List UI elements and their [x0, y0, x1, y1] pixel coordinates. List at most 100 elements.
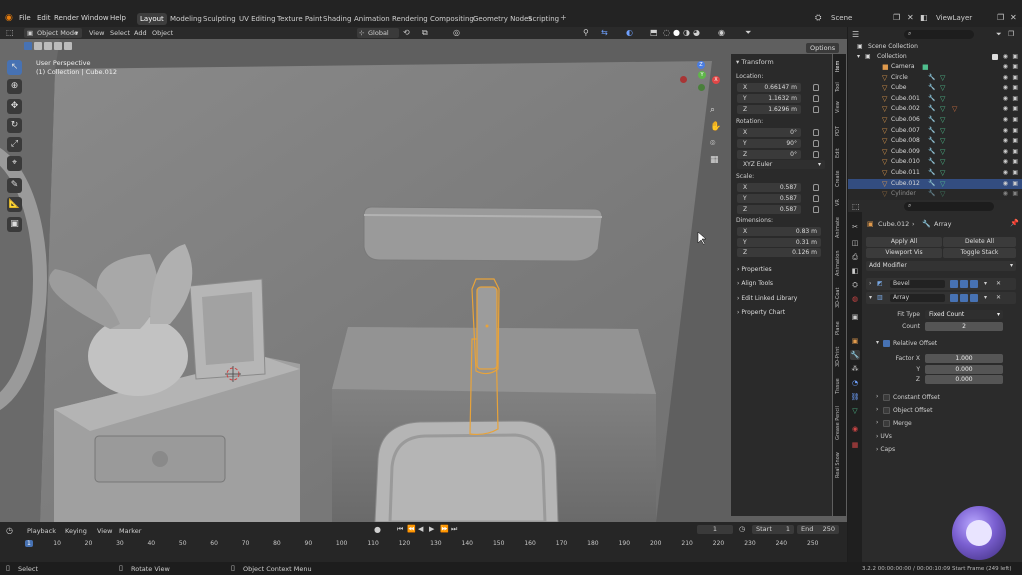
toggle-stack-button[interactable]: Toggle Stack — [943, 248, 1016, 258]
collection-checkbox[interactable] — [992, 54, 998, 60]
transform-tool-icon[interactable]: ⌖ — [7, 156, 22, 171]
data-tab-icon[interactable]: ▽ — [850, 406, 860, 416]
outliner-row[interactable]: ▽ Cube 🔧 ▽ ◉ ▣ — [848, 83, 1022, 93]
outliner-row[interactable]: ▽ Cube.011 🔧 ▽ ◉ ▣ — [848, 168, 1022, 178]
scale-y-field[interactable]: Y 0.587 — [737, 194, 801, 203]
eye-icon[interactable]: ◉ — [1003, 94, 1008, 104]
constraints-tab-icon[interactable]: ⛓ — [850, 392, 860, 402]
tool-tab-icon[interactable]: ✂ — [850, 222, 860, 232]
outliner-search[interactable]: ⌕ — [904, 30, 974, 39]
add-modifier-dropdown[interactable]: Add Modifier ▾ — [866, 261, 1016, 271]
render-toggle-icon[interactable] — [970, 294, 978, 302]
dimensions-y-field[interactable]: Y 0.31 m — [737, 238, 821, 247]
chevron-down-icon[interactable]: ▾ — [876, 339, 879, 346]
outliner-row[interactable]: ▽ Cube.002 🔧 ▽ ▽ ◉ ▣ — [848, 104, 1022, 114]
menu-view[interactable]: View — [89, 29, 104, 37]
bevel-name-field[interactable]: Bevel — [890, 280, 945, 288]
navigation-gizmo[interactable]: Z X Y — [676, 61, 724, 109]
outliner-row[interactable]: ■ Camera ■ ◉ ▣ — [848, 62, 1022, 72]
chevron-right-icon[interactable]: › — [876, 406, 878, 413]
scene-collection-row[interactable]: ▣ Scene Collection — [848, 42, 1022, 52]
material-tab-icon[interactable]: ◉ — [850, 424, 860, 434]
outliner-row[interactable]: ▽ Cube.001 🔧 ▽ ◉ ▣ — [848, 94, 1022, 104]
physics-tab-icon[interactable]: ◔ — [850, 378, 860, 388]
align-tools-section[interactable]: › Align Tools — [737, 280, 773, 287]
3d-viewport[interactable]: User Perspective (1) Collection | Cube.0… — [0, 39, 847, 522]
vtab-edit[interactable]: Edit — [835, 146, 844, 160]
factor-y-field[interactable]: 0.000 — [925, 365, 1003, 374]
menu-select[interactable]: Select — [110, 29, 130, 37]
camera-icon[interactable]: ▣ — [1012, 126, 1018, 136]
scale-tool-icon[interactable]: ⤢ — [7, 137, 22, 152]
shading-rendered-icon[interactable]: ◕ — [693, 28, 700, 37]
eye-icon[interactable]: ◉ — [1003, 157, 1008, 167]
properties-editor-icon[interactable]: ⬚ — [852, 202, 860, 211]
add-workspace-icon[interactable]: + — [560, 13, 567, 22]
menu-help[interactable]: Help — [110, 14, 126, 22]
lock-rotation-x-icon[interactable] — [813, 129, 819, 136]
scene-name[interactable]: Scene — [831, 14, 893, 24]
camera-view-icon[interactable]: ⌾ — [710, 139, 715, 149]
viewport-vis-button[interactable]: Viewport Vis — [866, 248, 942, 258]
apply-all-button[interactable]: Apply All — [866, 237, 942, 247]
lock-rotation-z-icon[interactable] — [813, 151, 819, 158]
relative-offset-checkbox[interactable] — [883, 340, 890, 347]
tab-scripting[interactable]: Scripting — [525, 13, 562, 25]
rotation-mode-dropdown[interactable]: XYZ Euler ▾ — [737, 160, 825, 169]
location-z-field[interactable]: Z 1.6296 m — [737, 105, 801, 114]
pan-hand-icon[interactable]: ✋ — [710, 122, 721, 132]
pin-icon[interactable]: 📌 — [1010, 219, 1019, 227]
menu-render[interactable]: Render — [54, 14, 79, 22]
eye-icon[interactable]: ◉ — [1003, 52, 1008, 62]
vtab-item[interactable]: Item — [835, 58, 844, 74]
outliner-row[interactable]: ▽ Cylinder 🔧 ▽ ◉ ▣ — [848, 189, 1022, 199]
vtab-create[interactable]: Create — [835, 168, 844, 190]
eye-icon[interactable]: ◉ — [1003, 189, 1008, 199]
view-layer-icon[interactable]: ◧ — [920, 13, 928, 22]
funnel-icon[interactable]: ⏷ — [745, 28, 751, 38]
proportional-edit-icon[interactable]: ◎ — [453, 28, 460, 37]
vtab-grease-pencil[interactable]: Grease Pencil — [835, 402, 844, 444]
vtab-3d-coat[interactable]: 3D-Coat — [835, 286, 844, 310]
menu-add[interactable]: Add — [134, 29, 147, 37]
scale-x-field[interactable]: X 0.587 — [737, 183, 801, 192]
select-invert-icon[interactable] — [54, 42, 62, 50]
camera-icon[interactable]: ▣ — [1012, 179, 1018, 189]
viewport-toggle-icon[interactable] — [960, 294, 968, 302]
camera-icon[interactable]: ▣ — [1012, 189, 1018, 199]
eye-icon[interactable]: ◉ — [718, 28, 725, 37]
dimensions-x-field[interactable]: X 0.83 m — [737, 227, 821, 236]
ortho-toggle-icon[interactable]: ▦ — [710, 155, 719, 165]
fit-type-dropdown[interactable]: Fixed Count ▾ — [925, 310, 1003, 319]
delete-scene-icon[interactable]: ✕ — [907, 13, 914, 22]
delete-all-button[interactable]: Delete All — [943, 237, 1016, 247]
chevron-right-icon[interactable]: › — [876, 393, 878, 400]
eye-icon[interactable]: ◉ — [1003, 62, 1008, 72]
chevron-down-icon[interactable]: ▾ — [984, 278, 987, 290]
tab-sculpting[interactable]: Sculpting — [200, 13, 239, 25]
filter-icon[interactable]: ⏷ — [996, 30, 1002, 39]
world-tab-icon[interactable]: ◍ — [850, 294, 860, 304]
camera-icon[interactable]: ▣ — [1012, 73, 1018, 83]
eye-icon[interactable]: ◉ — [1003, 168, 1008, 178]
lock-rotation-y-icon[interactable] — [813, 140, 819, 147]
cursor-tool-icon[interactable]: ⊕ — [7, 79, 22, 94]
collection-row[interactable]: ▾ ▣ Collection ◉ ▣ — [848, 52, 1022, 62]
scale-z-field[interactable]: Z 0.587 — [737, 205, 801, 214]
eye-icon[interactable]: ◉ — [1003, 136, 1008, 146]
properties-search[interactable]: ⌕ — [904, 202, 994, 211]
camera-icon[interactable]: ▣ — [1012, 83, 1018, 93]
menu-object[interactable]: Object — [152, 29, 173, 37]
vtab-animation[interactable]: Animation — [835, 248, 844, 278]
overlay-gizmo-icon[interactable]: ⇆ — [601, 28, 608, 37]
camera-icon[interactable]: ▣ — [1012, 115, 1018, 125]
shading-wireframe-icon[interactable]: ◌ — [663, 28, 670, 37]
vtab-tool[interactable]: Tool — [835, 80, 844, 94]
menu-edit[interactable]: Edit — [37, 14, 51, 22]
outliner-row[interactable]: ▽ Cube.006 🔧 ▽ ◉ ▣ — [848, 115, 1022, 125]
outliner-editor-icon[interactable]: ☰ — [852, 30, 859, 39]
property-chart-section[interactable]: › Property Chart — [737, 309, 785, 316]
zoom-icon[interactable]: ⌕ — [710, 105, 715, 115]
transform-panel-header[interactable]: ▾ Transform — [736, 58, 774, 66]
render-tab-icon[interactable]: ◫ — [850, 238, 860, 248]
